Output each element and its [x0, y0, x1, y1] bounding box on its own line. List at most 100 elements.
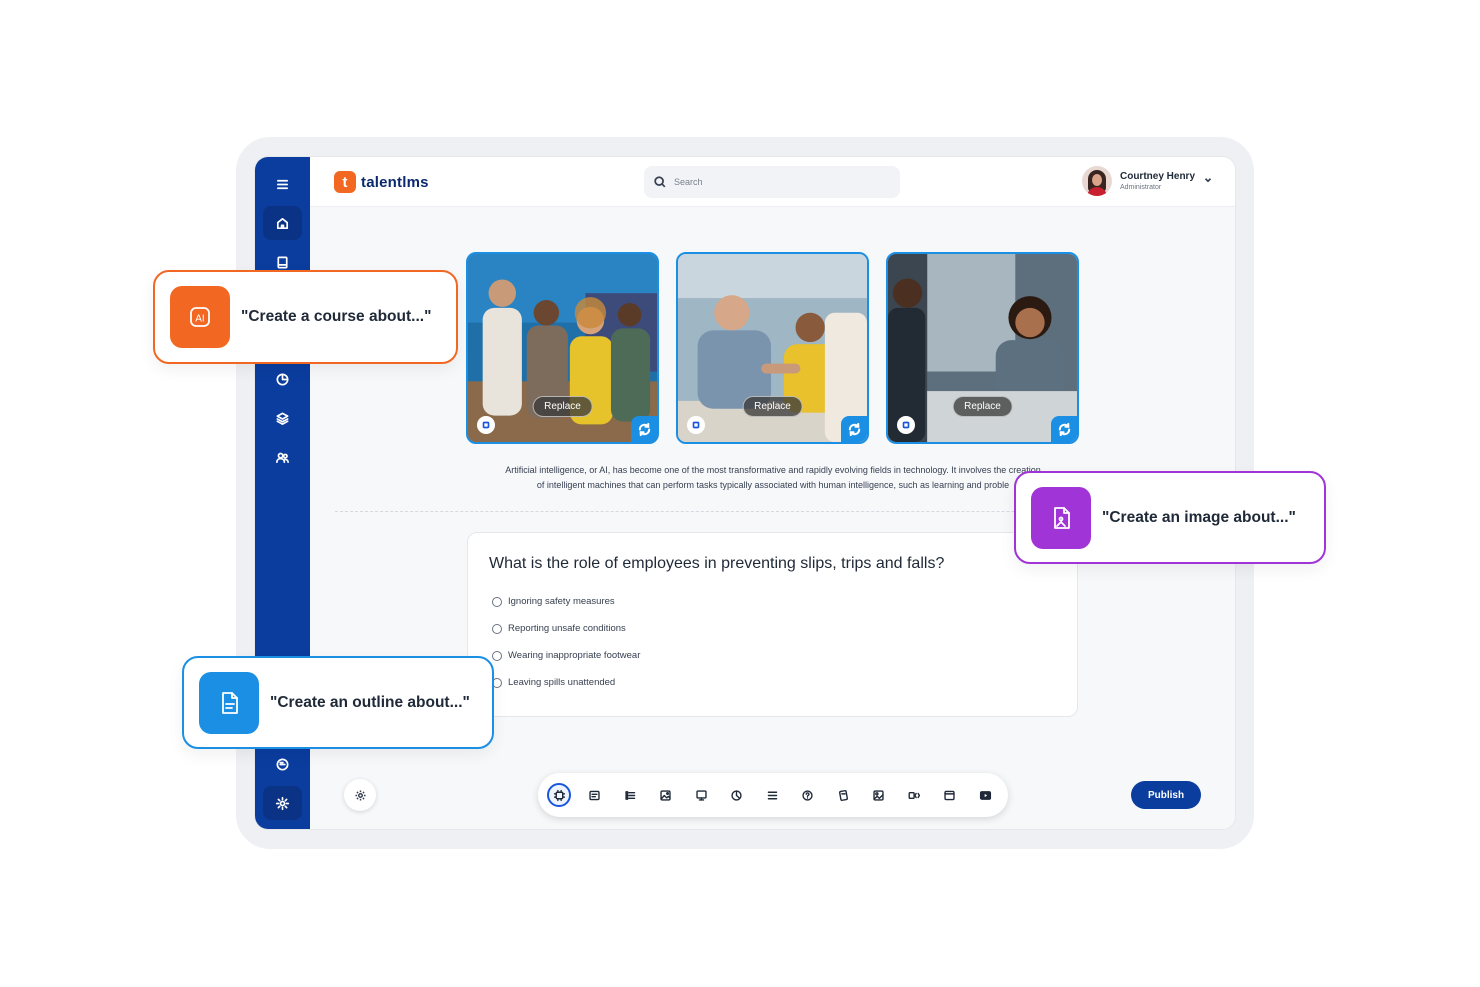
- quiz-question: What is the role of employees in prevent…: [489, 555, 945, 572]
- option-label: Wearing inappropriate footwear: [508, 650, 641, 661]
- image-card-1[interactable]: Replace: [466, 252, 659, 444]
- radio-button[interactable]: [492, 596, 502, 607]
- publish-button[interactable]: Publish: [1131, 781, 1201, 809]
- avatar: [1081, 166, 1112, 196]
- ai-badge: [687, 416, 705, 434]
- tool-divider[interactable]: [760, 783, 784, 807]
- browser-icon: [944, 790, 955, 800]
- chip-icon: [482, 421, 490, 429]
- sidebar-item-catalog[interactable]: [263, 401, 302, 435]
- prompt-card-course[interactable]: AI "Create a course about...": [153, 270, 458, 364]
- tool-image[interactable]: [654, 783, 678, 807]
- sidebar-item-users[interactable]: [263, 440, 302, 474]
- option-label: Leaving spills unattended: [508, 677, 616, 688]
- svg-text:AI: AI: [195, 314, 204, 325]
- image-card-3[interactable]: Replace: [886, 252, 1079, 444]
- question-icon: [802, 789, 813, 801]
- prompt-text: "Create an image about...": [1102, 508, 1296, 526]
- home-icon: [276, 217, 289, 229]
- document-icon: [222, 691, 238, 714]
- sidebar-item-home[interactable]: [263, 206, 302, 240]
- prompt-card-outline[interactable]: "Create an outline about...": [182, 656, 494, 749]
- image-document-icon: [1054, 506, 1070, 529]
- option-label: Reporting unsafe conditions: [508, 623, 626, 634]
- tool-text[interactable]: [583, 783, 607, 807]
- text-icon: [589, 790, 600, 800]
- user-menu[interactable]: Courtney Henry Administrator: [1081, 166, 1213, 196]
- ai-icon: [553, 789, 565, 801]
- chat-icon: [276, 758, 289, 770]
- brand-logo[interactable]: t talentlms: [334, 171, 429, 193]
- image-gen-icon: [873, 789, 884, 801]
- tool-embed[interactable]: [902, 783, 926, 807]
- search-icon: [654, 176, 666, 188]
- sidebar-item-settings[interactable]: [263, 786, 302, 820]
- menu-button[interactable]: [263, 167, 302, 201]
- tool-video[interactable]: [973, 783, 997, 807]
- prompt-card-image[interactable]: "Create an image about...": [1014, 471, 1326, 564]
- book-icon: [277, 256, 288, 268]
- image-card-2[interactable]: Replace: [676, 252, 869, 444]
- regenerate-button[interactable]: [631, 416, 657, 442]
- tool-presentation[interactable]: [689, 783, 713, 807]
- prompt-icon-container: AI: [170, 286, 230, 348]
- gear-icon: [275, 796, 290, 810]
- quiz-card: What is the role of employees in prevent…: [467, 532, 1078, 717]
- user-name: Courtney Henry: [1119, 170, 1195, 182]
- chip-icon: [902, 421, 910, 429]
- logo-text: talentlms: [361, 173, 429, 191]
- menu-icon: [276, 179, 289, 189]
- tool-image-generation[interactable]: [867, 783, 891, 807]
- layers-icon: [276, 412, 289, 425]
- logo-mark: t: [334, 171, 356, 193]
- quiz-option[interactable]: Leaving spills unattended: [492, 677, 615, 688]
- content-toolbar: [538, 773, 1008, 817]
- prompt-text: "Create a course about...": [241, 308, 432, 325]
- ai-icon: AI: [190, 307, 210, 327]
- tool-chart[interactable]: [725, 783, 749, 807]
- quiz-option[interactable]: Ignoring safety measures: [492, 596, 615, 607]
- radio-button[interactable]: [492, 650, 502, 661]
- video-icon: [979, 790, 991, 800]
- divider-icon: [767, 791, 777, 799]
- quiz-option[interactable]: Reporting unsafe conditions: [492, 623, 626, 634]
- refresh-icon: [638, 422, 650, 436]
- user-role: Administrator: [1119, 183, 1162, 191]
- regenerate-button[interactable]: [841, 416, 867, 442]
- chevron-down-icon[interactable]: [1203, 172, 1213, 190]
- sidebar-item-reports[interactable]: [263, 362, 302, 396]
- refresh-icon: [848, 422, 860, 436]
- tool-browser[interactable]: [938, 783, 962, 807]
- ai-badge: [477, 416, 495, 434]
- replace-button[interactable]: Replace: [952, 396, 1013, 417]
- users-icon: [276, 452, 289, 463]
- prompt-icon-container: [1031, 486, 1091, 549]
- presentation-icon: [695, 789, 707, 801]
- replace-button[interactable]: Replace: [532, 396, 593, 417]
- tool-ai[interactable]: [547, 783, 571, 807]
- image-icon: [660, 789, 671, 801]
- description-line: of intelligent machines that can perform…: [536, 480, 1010, 490]
- sidebar-item-messages[interactable]: [263, 747, 302, 781]
- replace-button[interactable]: Replace: [742, 396, 803, 417]
- search-input[interactable]: [674, 177, 874, 187]
- search-bar[interactable]: [644, 166, 900, 198]
- tool-flashcard[interactable]: [831, 783, 855, 807]
- flashcard-icon: [838, 789, 848, 801]
- tool-list[interactable]: [618, 783, 642, 807]
- gear-icon: [354, 789, 366, 801]
- chart-icon: [731, 789, 742, 801]
- option-label: Ignoring safety measures: [508, 596, 615, 607]
- chip-icon: [692, 421, 700, 429]
- quiz-option[interactable]: Wearing inappropriate footwear: [492, 650, 640, 661]
- tool-question[interactable]: [796, 783, 820, 807]
- top-header: t talentlms Courtney Henry Administrator: [310, 157, 1235, 207]
- list-icon: [624, 790, 635, 800]
- unit-settings-button[interactable]: [344, 779, 376, 811]
- embed-icon: [908, 791, 920, 799]
- regenerate-button[interactable]: [1051, 416, 1077, 442]
- radio-button[interactable]: [492, 623, 502, 634]
- course-description: Artificial intelligence, or AI, has beco…: [467, 463, 1079, 493]
- prompt-icon-container: [199, 671, 259, 734]
- description-line: Artificial intelligence, or AI, has beco…: [505, 465, 1041, 475]
